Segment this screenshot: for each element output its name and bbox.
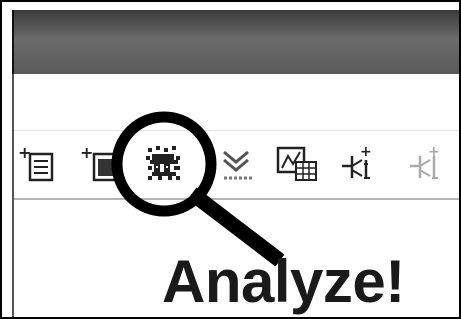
svg-text:+: + (80, 143, 93, 162)
add-document-button[interactable]: + (78, 142, 124, 188)
analyze-button[interactable] (142, 142, 188, 188)
toolbar-top-divider (14, 130, 459, 131)
screenshot-frame: + + + + Analyze! (0, 0, 461, 319)
branch-add-button[interactable]: + (338, 142, 384, 188)
add-document-icon: + (80, 143, 120, 182)
toolbar-bottom-divider (14, 198, 459, 200)
analyze-bug-icon (146, 146, 180, 180)
branch-add-disabled-button[interactable]: + (406, 142, 452, 188)
merge-icon (223, 150, 252, 180)
svg-text:+: + (360, 144, 372, 160)
title-bar (12, 10, 459, 74)
chart-table-icon (276, 146, 317, 181)
analyze-caption: Analyze! (162, 248, 405, 315)
add-table-icon: + (18, 143, 54, 182)
merge-button[interactable] (216, 142, 262, 188)
window-left-border (12, 74, 14, 317)
add-table-button[interactable]: + (16, 142, 62, 188)
branch-add-disabled-icon: + (410, 144, 440, 179)
branch-add-icon: + (342, 144, 372, 179)
chart-table-button[interactable] (274, 142, 320, 188)
